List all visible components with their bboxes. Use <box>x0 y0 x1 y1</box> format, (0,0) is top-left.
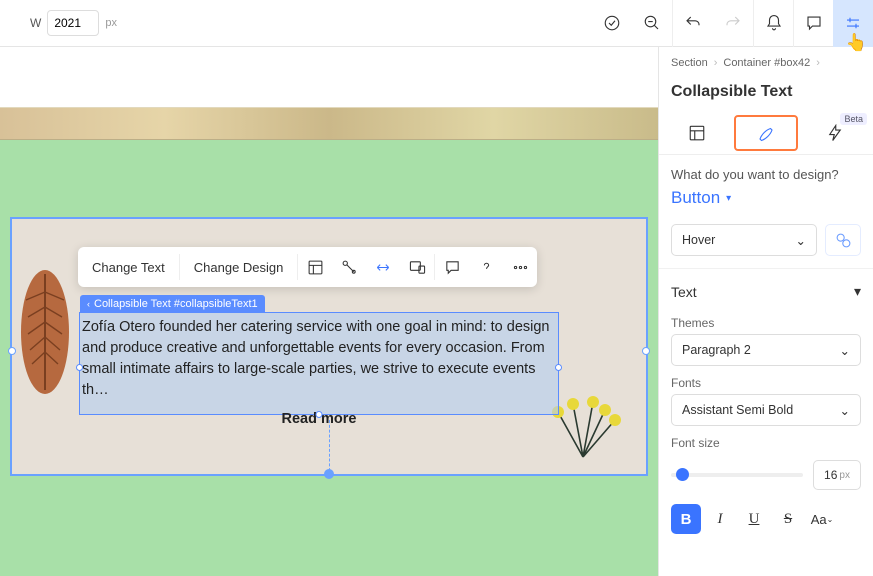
stretch-icon[interactable] <box>366 247 400 287</box>
fonts-value: Assistant Semi Bold <box>682 403 793 417</box>
chevron-down-icon: ▾ <box>854 283 861 300</box>
selection-breadcrumb-chip[interactable]: ‹ Collapsible Text #collapsibleText1 <box>80 295 265 313</box>
inspector-panel: Section › Container #box42 › Collapsible… <box>658 47 873 576</box>
bold-button[interactable]: B <box>671 504 701 534</box>
design-target-dropdown[interactable]: Button ▾ <box>671 188 861 208</box>
width-unit: px <box>105 17 117 29</box>
comment-icon[interactable] <box>435 247 469 287</box>
more-icon[interactable] <box>503 247 537 287</box>
resize-handle-right[interactable] <box>642 347 650 355</box>
selection-chip-text: Collapsible Text #collapsibleText1 <box>94 298 258 310</box>
resize-handle-left[interactable] <box>8 347 16 355</box>
canvas-width-input[interactable] <box>47 10 99 36</box>
breadcrumb-container[interactable]: Container #box42 <box>723 57 810 69</box>
top-toolbar: W px <box>0 0 873 47</box>
breadcrumb-section[interactable]: Section <box>671 57 708 69</box>
state-select[interactable]: Hover ⌄ <box>671 224 817 256</box>
redo-button[interactable] <box>713 0 753 47</box>
tab-design[interactable] <box>734 115 799 151</box>
change-text-button[interactable]: Change Text <box>78 247 179 287</box>
state-select-value: Hover <box>682 233 715 247</box>
panel-title: Collapsible Text <box>659 79 873 111</box>
collapsible-text-element[interactable]: Zofía Otero founded her catering service… <box>79 312 559 415</box>
themes-label: Themes <box>659 306 873 334</box>
collapsible-text-body: Zofía Otero founded her catering service… <box>82 317 556 401</box>
chevron-down-icon: ⌄ <box>840 343 850 358</box>
section-text-label: Text <box>671 284 697 300</box>
editor-canvas[interactable]: Change Text Change Design ‹ Collapsible … <box>0 47 658 576</box>
layout-icon[interactable] <box>298 247 332 287</box>
chevron-down-icon: ⌄ <box>840 403 850 418</box>
chevron-right-icon: › <box>714 57 718 69</box>
chevron-down-icon: ⌄ <box>796 233 806 248</box>
fontsize-value: 16 <box>824 468 837 482</box>
zoom-out-icon[interactable] <box>632 0 672 47</box>
italic-button[interactable]: I <box>705 504 735 534</box>
design-target-question: What do you want to design? <box>671 167 861 182</box>
textcase-button[interactable]: Aa ⌄ <box>807 504 837 534</box>
apply-to-states-button[interactable] <box>825 224 861 256</box>
chevron-left-icon: ‹ <box>87 299 90 309</box>
comments-icon[interactable] <box>793 0 833 47</box>
fontsize-input[interactable]: 16 px <box>813 460 861 490</box>
help-icon[interactable] <box>469 247 503 287</box>
themes-value: Paragraph 2 <box>682 343 751 357</box>
underline-button[interactable]: U <box>739 504 769 534</box>
slider-knob[interactable] <box>676 468 689 481</box>
undo-button[interactable] <box>673 0 713 47</box>
change-design-button[interactable]: Change Design <box>180 247 298 287</box>
chevron-down-icon: ▾ <box>726 193 731 204</box>
checklist-icon[interactable] <box>592 0 632 47</box>
width-label: W <box>30 16 41 30</box>
beta-badge: Beta <box>840 113 867 125</box>
themes-select[interactable]: Paragraph 2 ⌄ <box>671 334 861 366</box>
element-floating-toolbar: Change Text Change Design <box>78 247 537 287</box>
chevron-right-icon: › <box>816 57 820 69</box>
responsive-icon[interactable] <box>400 247 434 287</box>
resize-handle-bottom[interactable] <box>316 411 323 418</box>
inspector-toggle-button[interactable] <box>833 0 873 47</box>
fonts-select[interactable]: Assistant Semi Bold ⌄ <box>671 394 861 426</box>
fontsize-slider[interactable] <box>671 473 803 477</box>
breadcrumb: Section › Container #box42 › <box>659 47 873 79</box>
leaf-illustration <box>18 262 73 402</box>
fontsize-unit: px <box>839 470 850 481</box>
resize-handle-left[interactable] <box>76 364 83 371</box>
resize-handle-right[interactable] <box>555 364 562 371</box>
animation-icon[interactable] <box>332 247 366 287</box>
strikethrough-button[interactable]: S <box>773 504 803 534</box>
tab-layout[interactable] <box>667 115 728 151</box>
hero-image-strip <box>0 107 658 140</box>
fontsize-label: Font size <box>659 426 873 454</box>
notifications-icon[interactable] <box>753 0 793 47</box>
section-text-header[interactable]: Text ▾ <box>659 268 873 306</box>
fonts-label: Fonts <box>659 366 873 394</box>
design-target-value: Button <box>671 188 720 208</box>
